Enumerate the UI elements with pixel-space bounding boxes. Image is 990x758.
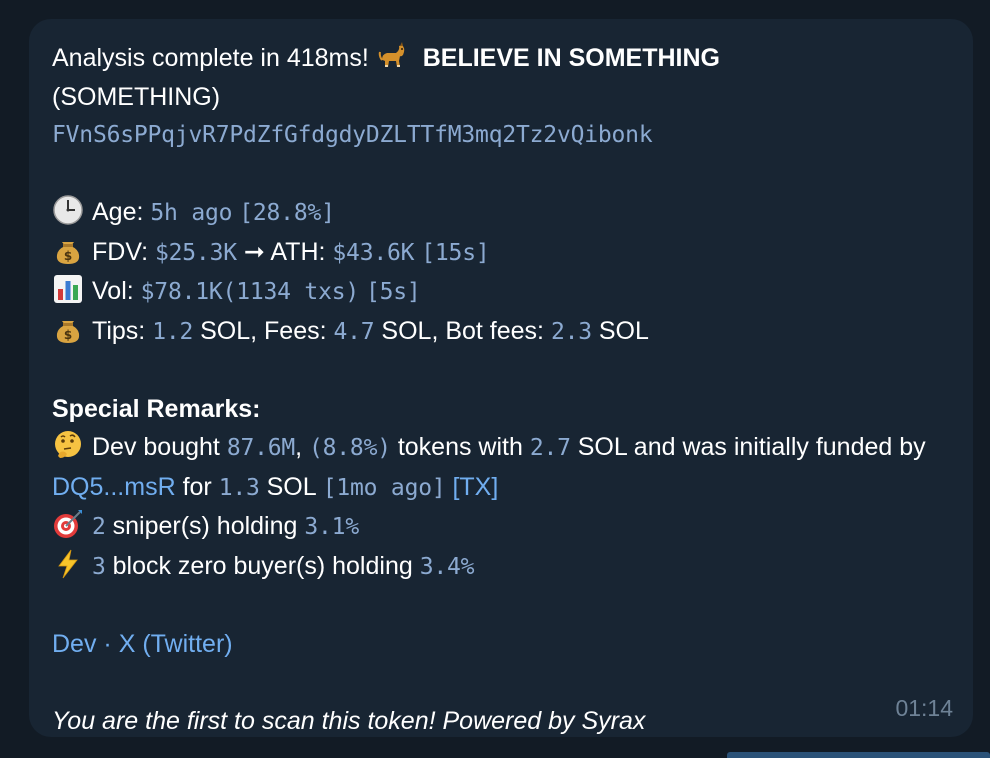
tx-link[interactable]: [TX] bbox=[452, 473, 498, 501]
message-bubble: Analysis complete in 418ms! BELIEVE IN S… bbox=[29, 19, 973, 737]
links-row: Dev · X (Twitter) bbox=[52, 625, 953, 664]
ath-label: ATH: bbox=[270, 237, 326, 266]
block0-text: block zero buyer(s) holding bbox=[112, 551, 413, 580]
money-bag-emoji-icon: $ bbox=[52, 235, 84, 265]
ath-value: $43.6K bbox=[332, 239, 415, 266]
vol-time: [5s] bbox=[365, 279, 421, 305]
vol-txs: (1134 txs) bbox=[222, 279, 360, 305]
dev-link[interactable]: Dev bbox=[52, 630, 96, 658]
svg-text:$: $ bbox=[64, 249, 72, 263]
fdv-value: $25.3K bbox=[154, 239, 237, 266]
link-separator: · bbox=[103, 629, 112, 658]
dev-remark: Dev bought 87.6M, (8.8%) tokens with 2.7… bbox=[52, 428, 953, 507]
message-timestamp: 01:14 bbox=[895, 694, 953, 721]
bar-chart-emoji-icon bbox=[52, 274, 84, 304]
tips-row: $ Tips: 1.2 SOL, Fees: 4.7 SOL, Bot fees… bbox=[52, 312, 953, 352]
analysis-prefix: Analysis complete in 418ms! bbox=[52, 44, 369, 72]
fees-unit: SOL, Bot fees: bbox=[381, 316, 545, 345]
age-value: 5h ago bbox=[150, 200, 233, 226]
vol-value: $78.1K bbox=[140, 279, 223, 305]
funder-link[interactable]: DQ5...msR bbox=[52, 473, 176, 501]
fdv-row: $ FDV: $25.3K ➞ ATH: $43.6K [15s] bbox=[52, 233, 953, 273]
dev-comma: , bbox=[295, 433, 303, 461]
clock-emoji-icon bbox=[52, 195, 84, 225]
svg-text:$: $ bbox=[64, 328, 72, 342]
dog-emoji-icon bbox=[376, 41, 408, 71]
age-label: Age: bbox=[92, 198, 144, 226]
block0-count: 3 bbox=[92, 553, 106, 580]
thinking-face-emoji-icon bbox=[52, 430, 84, 460]
fees-value: 4.7 bbox=[333, 318, 375, 345]
footer-text: You are the first to scan this token! Po… bbox=[52, 706, 646, 735]
ath-time: [15s] bbox=[421, 239, 490, 266]
money-bag-emoji-icon: $ bbox=[52, 314, 84, 344]
age-row: Age: 5h ago [28.8%] bbox=[52, 193, 953, 233]
snipers-row: 2 sniper(s) holding 3.1% bbox=[52, 507, 953, 547]
twitter-link[interactable]: X (Twitter) bbox=[119, 630, 233, 658]
botfees-value: 2.3 bbox=[550, 318, 592, 345]
token-name: BELIEVE IN SOMETHING bbox=[422, 44, 720, 72]
botfees-unit: SOL bbox=[598, 316, 649, 345]
token-symbol: (SOMETHING) bbox=[52, 82, 221, 111]
high-voltage-emoji-icon bbox=[52, 549, 84, 579]
arrow-icon: ➞ bbox=[243, 237, 265, 266]
direct-hit-emoji-icon bbox=[52, 509, 84, 539]
age-pct: [28.8%] bbox=[239, 200, 335, 226]
block0-row: 3 block zero buyer(s) holding 3.4% bbox=[52, 547, 953, 587]
fund-amount: 1.3 bbox=[218, 474, 260, 501]
dev-pct: (8.8%) bbox=[308, 435, 391, 461]
dev-prefix: Dev bought bbox=[92, 433, 220, 461]
for-text: for bbox=[182, 472, 212, 501]
tips-value: 1.2 bbox=[152, 318, 194, 345]
dev-mid: tokens with bbox=[397, 433, 523, 461]
snipers-text: sniper(s) holding bbox=[112, 512, 298, 540]
block0-pct: 3.4% bbox=[419, 553, 475, 580]
dev-suffix: SOL and was initially funded by bbox=[577, 433, 926, 461]
tips-label: Tips: bbox=[92, 316, 146, 345]
tips-unit: SOL, Fees: bbox=[200, 316, 327, 345]
fdv-label: FDV: bbox=[92, 237, 149, 266]
vol-row: Vol: $78.1K(1134 txs) [5s] bbox=[52, 272, 953, 312]
fund-unit: SOL bbox=[266, 472, 316, 501]
header-line: Analysis complete in 418ms! BELIEVE IN S… bbox=[52, 39, 953, 78]
vol-label: Vol: bbox=[92, 277, 134, 305]
dev-amount: 87.6M bbox=[226, 435, 296, 461]
snipers-pct: 3.1% bbox=[304, 514, 359, 540]
remarks-title: Special Remarks: bbox=[52, 394, 261, 423]
fund-time: [1mo ago] bbox=[322, 474, 446, 501]
contract-address[interactable]: FVnS6sPPqjvR7PdZfGfdgdyDZLTTfM3mq2Tz2vQi… bbox=[52, 116, 953, 155]
scroll-indicator bbox=[727, 752, 990, 758]
snipers-count: 2 bbox=[92, 514, 106, 540]
dev-sol: 2.7 bbox=[529, 435, 571, 461]
